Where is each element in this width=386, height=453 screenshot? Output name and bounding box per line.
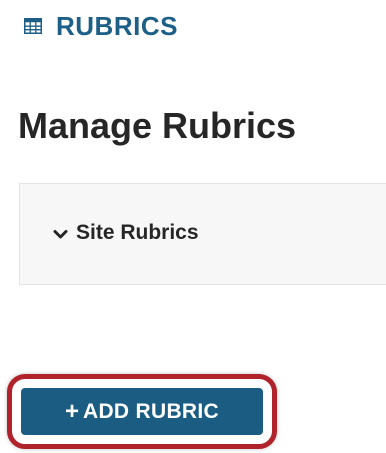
tool-title: RUBRICS xyxy=(56,11,178,41)
chevron-down-icon xyxy=(53,227,68,239)
table-grid-icon xyxy=(24,18,42,34)
add-rubric-button[interactable]: + ADD RUBRIC xyxy=(21,388,263,435)
add-rubric-label: ADD RUBRIC xyxy=(83,400,219,423)
site-rubrics-toggle[interactable]: Site Rubrics xyxy=(53,222,199,243)
add-rubric-highlight: + ADD RUBRIC xyxy=(7,374,277,449)
plus-icon: + xyxy=(64,397,79,425)
site-rubrics-panel: Site Rubrics xyxy=(19,183,386,285)
page-title: Manage Rubrics xyxy=(18,105,297,146)
site-rubrics-label: Site Rubrics xyxy=(76,221,199,244)
tool-header: RUBRICS xyxy=(24,8,178,44)
